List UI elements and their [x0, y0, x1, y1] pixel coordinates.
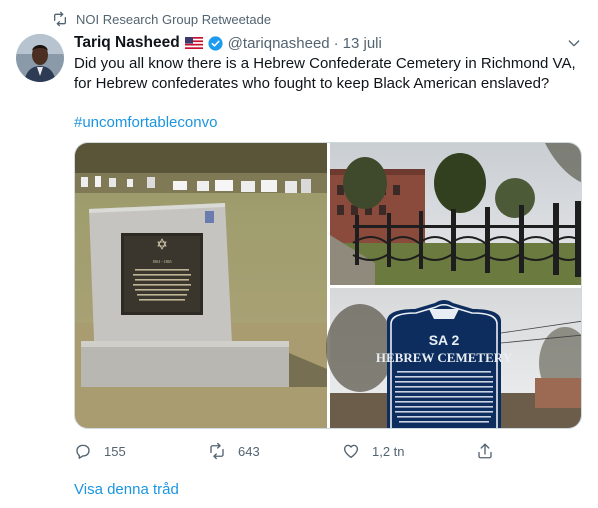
retweet-icon: [210, 442, 224, 460]
share-button[interactable]: [476, 442, 506, 460]
reply-count: 155: [104, 443, 126, 459]
verified-badge-icon: [208, 35, 223, 51]
reply-button[interactable]: 155: [74, 442, 208, 460]
like-count: 1,2 tn: [372, 443, 405, 459]
heart-icon: [343, 444, 359, 459]
separator-dot: ·: [333, 34, 339, 52]
us-flag-icon: [184, 37, 203, 49]
retweet-count: 643: [238, 443, 260, 459]
photo-cemetery-fence[interactable]: [330, 143, 582, 285]
tweet-date[interactable]: 13 juli: [343, 35, 382, 52]
chevron-down-icon[interactable]: [566, 35, 582, 51]
photo-historic-marker[interactable]: SA 2 HEBREW CEMETERY: [326, 288, 582, 429]
avatar[interactable]: [16, 34, 64, 82]
marker-code: SA 2: [429, 332, 460, 348]
hashtag-link[interactable]: #uncomfortableconvo: [74, 114, 217, 131]
show-thread-link[interactable]: Visa denna tråd: [74, 481, 179, 498]
plaque-dates: 1861 - 1865: [152, 259, 171, 264]
retweet-button[interactable]: 643: [208, 442, 342, 460]
tweet-header: Tariq Nasheed @tariqnasheed · 13 juli: [74, 32, 586, 54]
reply-icon: [76, 444, 90, 459]
share-icon: [478, 443, 492, 459]
author-name[interactable]: Tariq Nasheed: [74, 34, 180, 52]
retweet-context[interactable]: NOI Research Group Retweetade: [52, 9, 271, 29]
tweet-actions: 155 643 1,2 tn: [74, 440, 544, 462]
retweet-label: NOI Research Group Retweetade: [76, 11, 272, 27]
tweet-text: Did you all know there is a Hebrew Confe…: [74, 55, 576, 92]
like-button[interactable]: 1,2 tn: [342, 442, 476, 460]
marker-title: HEBREW CEMETERY: [376, 350, 513, 365]
retweet-icon: [54, 11, 66, 27]
photo-memorial-stone[interactable]: 1861 - 1865: [75, 143, 327, 429]
avatar-image: [16, 34, 64, 82]
author-handle[interactable]: @tariqnasheed: [228, 35, 330, 52]
media-grid: 1861 - 1865 SA 2 HEBREW CEMETERY: [74, 142, 582, 429]
